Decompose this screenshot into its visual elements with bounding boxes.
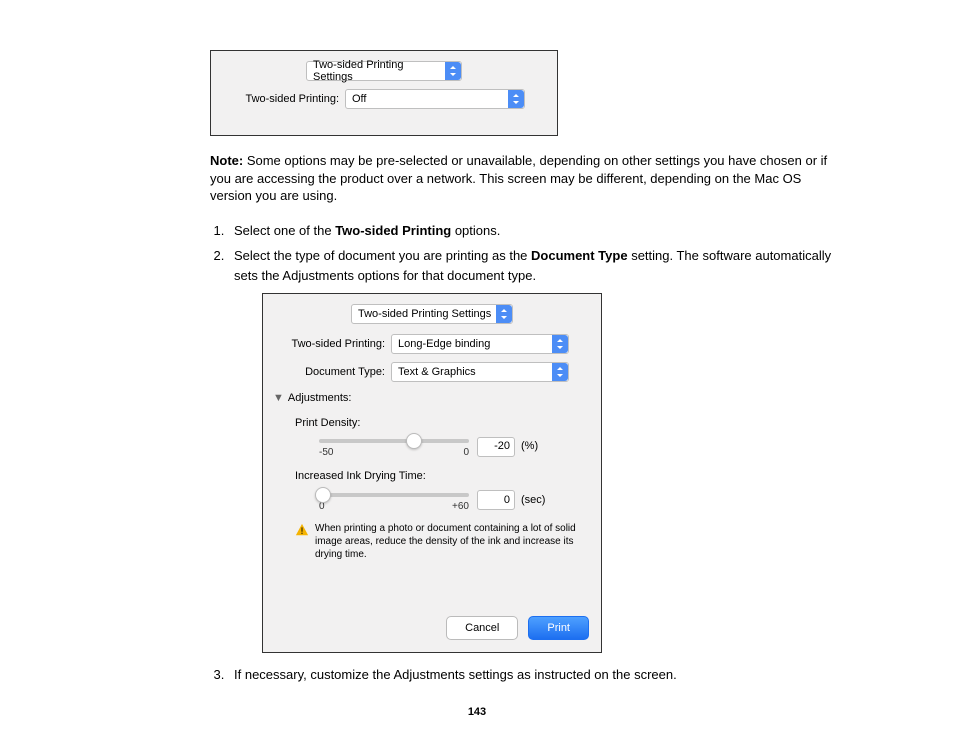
two-sided-label: Two-sided Printing: [223,93,339,105]
two-sided-label-2: Two-sided Printing: [273,336,385,353]
dry-time-value[interactable]: 0 [477,490,515,510]
steps-list: Select one of the Two-sided Printing opt… [210,221,844,685]
updown-icon [496,305,512,323]
cancel-button[interactable]: Cancel [446,616,518,640]
dens-min: -50 [319,445,333,460]
panel2-menu-value: Two-sided Printing Settings [358,306,491,323]
panel2-menu-select[interactable]: Two-sided Printing Settings [351,304,513,324]
adjustments-label: Adjustments: [288,390,352,407]
print-density-value[interactable]: -20 [477,437,515,457]
settings-panel-expanded: Two-sided Printing Settings Two-sided Pr… [262,293,602,653]
step-2: Select the type of document you are prin… [228,246,844,653]
dens-max: 0 [463,445,469,460]
settings-panel-collapsed: Two-sided Printing Settings Two-sided Pr… [210,50,558,136]
dry-unit: (sec) [521,492,545,509]
doc-type-label: Document Type: [273,364,385,381]
warning-text: When printing a photo or document contai… [315,522,591,561]
step-1: Select one of the Two-sided Printing opt… [228,221,844,241]
two-sided-select[interactable]: Off [345,89,525,109]
print-density-slider[interactable] [319,439,469,443]
doc-type-select[interactable]: Text & Graphics [391,362,569,382]
updown-icon [445,62,461,80]
disclosure-triangle-icon[interactable]: ▼ [273,390,284,407]
dry-max: +60 [452,499,469,514]
panel-menu-select[interactable]: Two-sided Printing Settings [306,61,462,81]
updown-icon [552,335,568,353]
page-number: 143 [0,706,954,718]
note-paragraph: Note: Some options may be pre-selected o… [210,152,844,205]
two-sided-select-2[interactable]: Long-Edge binding [391,334,569,354]
updown-icon [552,363,568,381]
note-text: Some options may be pre-selected or unav… [210,153,827,203]
step-3: If necessary, customize the Adjustments … [228,665,844,685]
dry-time-label: Increased Ink Drying Time: [295,468,591,485]
updown-icon [508,90,524,108]
print-button[interactable]: Print [528,616,589,640]
note-prefix: Note: [210,153,243,168]
two-sided-value: Off [352,93,366,105]
dry-time-slider[interactable] [319,493,469,497]
doc-type-value: Text & Graphics [398,364,476,381]
panel-menu-value: Two-sided Printing Settings [313,59,445,83]
print-density-label: Print Density: [295,415,591,432]
warning-icon [295,523,309,537]
dens-unit: (%) [521,438,538,455]
two-sided-value-2: Long-Edge binding [398,336,490,353]
